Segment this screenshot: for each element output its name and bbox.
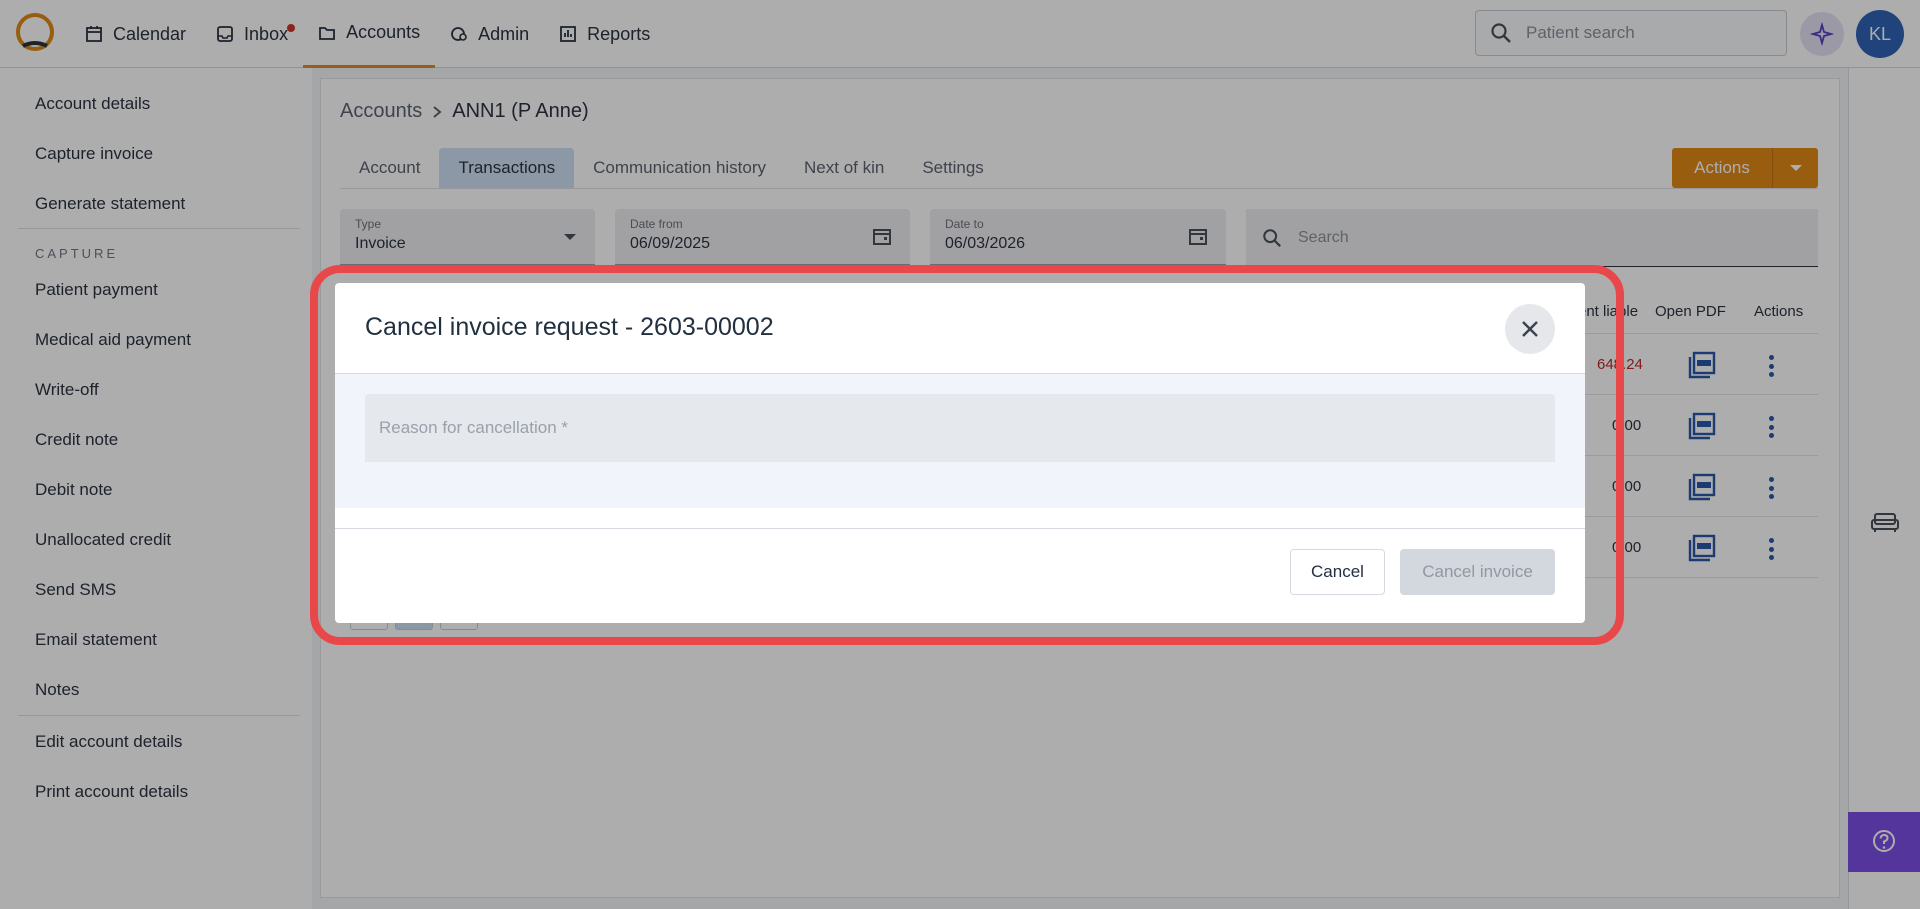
dialog-highlight-outline — [310, 265, 1624, 645]
